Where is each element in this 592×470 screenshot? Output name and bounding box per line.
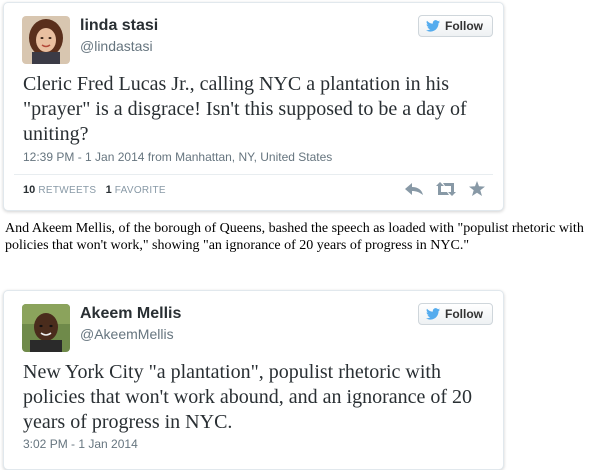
favorites-count: 1 [105, 184, 112, 196]
tweet-actions [405, 181, 485, 196]
tweet-text: Cleric Fred Lucas Jr., calling NYC a pla… [23, 73, 467, 145]
display-name[interactable]: linda stasi [80, 17, 158, 35]
avatar-image [22, 304, 70, 352]
tweet-stats: 10 RETWEETS 1 FAVORITE [23, 184, 166, 196]
twitter-bird-icon [426, 20, 440, 32]
divider [14, 174, 493, 175]
tweet-card-lindastasi: linda stasi @lindastasi Follow Cleric Fr… [3, 2, 504, 211]
follow-label: Follow [445, 19, 483, 33]
retweets-label: RETWEETS [38, 185, 97, 196]
favorite-star-icon[interactable] [469, 181, 485, 196]
tweet-timestamp[interactable]: 3:02 PM - 1 Jan 2014 [23, 437, 138, 451]
avatar-image [22, 16, 70, 64]
tweet-card-akeemmellis: Akeem Mellis @AkeemMellis Follow New Yor… [3, 290, 504, 470]
favorites-stat[interactable]: 1 FAVORITE [105, 184, 166, 196]
avatar[interactable] [22, 16, 70, 64]
twitter-bird-icon [426, 308, 440, 320]
retweets-count: 10 [23, 184, 36, 196]
user-handle[interactable]: @AkeemMellis [80, 326, 174, 342]
article-paragraph: And Akeem Mellis, of the borough of Quee… [5, 221, 584, 253]
display-name[interactable]: Akeem Mellis [80, 305, 181, 323]
retweet-icon[interactable] [436, 181, 456, 196]
user-handle[interactable]: @lindastasi [80, 38, 153, 54]
retweets-stat[interactable]: 10 RETWEETS [23, 184, 97, 196]
tweet-text: New York City "a plantation", populist r… [23, 361, 473, 433]
favorites-label: FAVORITE [114, 185, 166, 196]
follow-button[interactable]: Follow [418, 15, 493, 37]
follow-button[interactable]: Follow [418, 303, 493, 325]
avatar[interactable] [22, 304, 70, 352]
follow-label: Follow [445, 307, 483, 321]
tweet-timestamp[interactable]: 12:39 PM - 1 Jan 2014 from Manhattan, NY… [23, 150, 332, 164]
reply-icon[interactable] [405, 182, 423, 196]
